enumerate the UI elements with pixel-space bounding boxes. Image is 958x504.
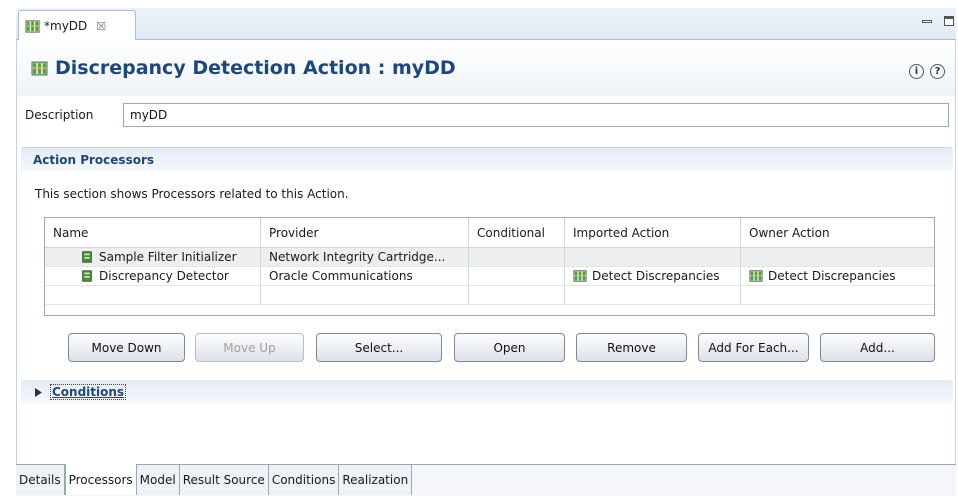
imported-action-cell: Detect Discrepancies [565, 267, 741, 285]
processor-name-cell: Sample Filter Initializer [45, 248, 261, 266]
processors-table: Name Provider Conditional Imported Actio… [44, 217, 935, 316]
owner-action-text: Detect Discrepancies [768, 269, 896, 283]
editor-page-tabs: Details Processors Model Result Source C… [16, 464, 956, 496]
processor-name: Sample Filter Initializer [99, 250, 237, 264]
tab-realization[interactable]: Realization [339, 465, 413, 495]
tab-model[interactable]: Model [136, 465, 180, 495]
action-icon [25, 19, 40, 34]
processor-icon [80, 250, 94, 264]
table-row-empty [45, 286, 934, 305]
owner-action-cell: Detect Discrepancies [741, 267, 934, 285]
info-icon[interactable]: i [909, 64, 924, 79]
processor-name: Discrepancy Detector [99, 269, 229, 283]
editor-tab-strip: *myDD ☒ [16, 8, 956, 41]
form-header: Discrepancy Detection Action : myDD i ? [17, 40, 955, 96]
conditions-section-header[interactable]: Conditions [21, 380, 953, 404]
page-title: Discrepancy Detection Action : myDD [31, 57, 456, 79]
editor-tab-title: *myDD [44, 19, 88, 33]
processor-name-cell: Discrepancy Detector [45, 267, 261, 285]
action-icon [573, 269, 587, 283]
expand-arrow-icon[interactable] [35, 387, 42, 397]
table-row[interactable]: Sample Filter Initializer Network Integr… [45, 248, 934, 267]
action-processors-header[interactable]: Action Processors [21, 147, 953, 171]
select-button[interactable]: Select... [316, 333, 442, 362]
provider-cell: Network Integrity Cartridge... [261, 248, 469, 266]
tab-processors[interactable]: Processors [64, 464, 137, 495]
imported-action-text: Detect Discrepancies [592, 269, 720, 283]
minimize-icon[interactable] [922, 19, 932, 23]
provider-cell: Oracle Communications [261, 267, 469, 285]
action-processors-description: This section shows Processors related to… [35, 187, 349, 201]
close-icon[interactable]: ☒ [96, 20, 106, 33]
conditional-cell [469, 267, 565, 285]
action-editor-form: Discrepancy Detection Action : myDD i ? … [16, 40, 956, 464]
processor-icon [80, 269, 94, 283]
conditional-cell [469, 248, 565, 266]
open-button[interactable]: Open [454, 333, 565, 362]
column-header-owner-action[interactable]: Owner Action [741, 218, 934, 247]
form-title-text: Discrepancy Detection Action : myDD [55, 57, 456, 79]
column-header-provider[interactable]: Provider [261, 218, 469, 247]
column-header-conditional[interactable]: Conditional [469, 218, 565, 247]
action-icon [749, 269, 763, 283]
column-header-name[interactable]: Name [45, 218, 261, 247]
help-icon[interactable]: ? [930, 64, 945, 79]
description-row: Description [21, 102, 949, 128]
add-button[interactable]: Add... [820, 333, 935, 362]
description-label: Description [25, 108, 94, 122]
table-row[interactable]: Discrepancy Detector Oracle Communicatio… [45, 267, 934, 286]
tab-result-source[interactable]: Result Source [179, 465, 269, 495]
help-icons: i ? [909, 64, 945, 79]
move-down-button[interactable]: Move Down [68, 333, 185, 362]
conditions-label[interactable]: Conditions [50, 384, 127, 400]
owner-action-cell [741, 248, 934, 266]
window-controls [922, 16, 954, 26]
move-up-button[interactable]: Move Up [195, 333, 304, 362]
remove-button[interactable]: Remove [576, 333, 687, 362]
description-field[interactable] [123, 103, 949, 127]
column-header-imported-action[interactable]: Imported Action [565, 218, 741, 247]
maximize-icon[interactable] [944, 16, 954, 26]
add-for-each-button[interactable]: Add For Each... [698, 333, 809, 362]
table-header: Name Provider Conditional Imported Actio… [45, 218, 934, 248]
action-icon [31, 60, 48, 77]
editor-tab-mydd[interactable]: *myDD ☒ [18, 10, 136, 41]
tab-conditions[interactable]: Conditions [268, 465, 340, 495]
imported-action-cell [565, 248, 741, 266]
tab-details[interactable]: Details [16, 465, 65, 495]
